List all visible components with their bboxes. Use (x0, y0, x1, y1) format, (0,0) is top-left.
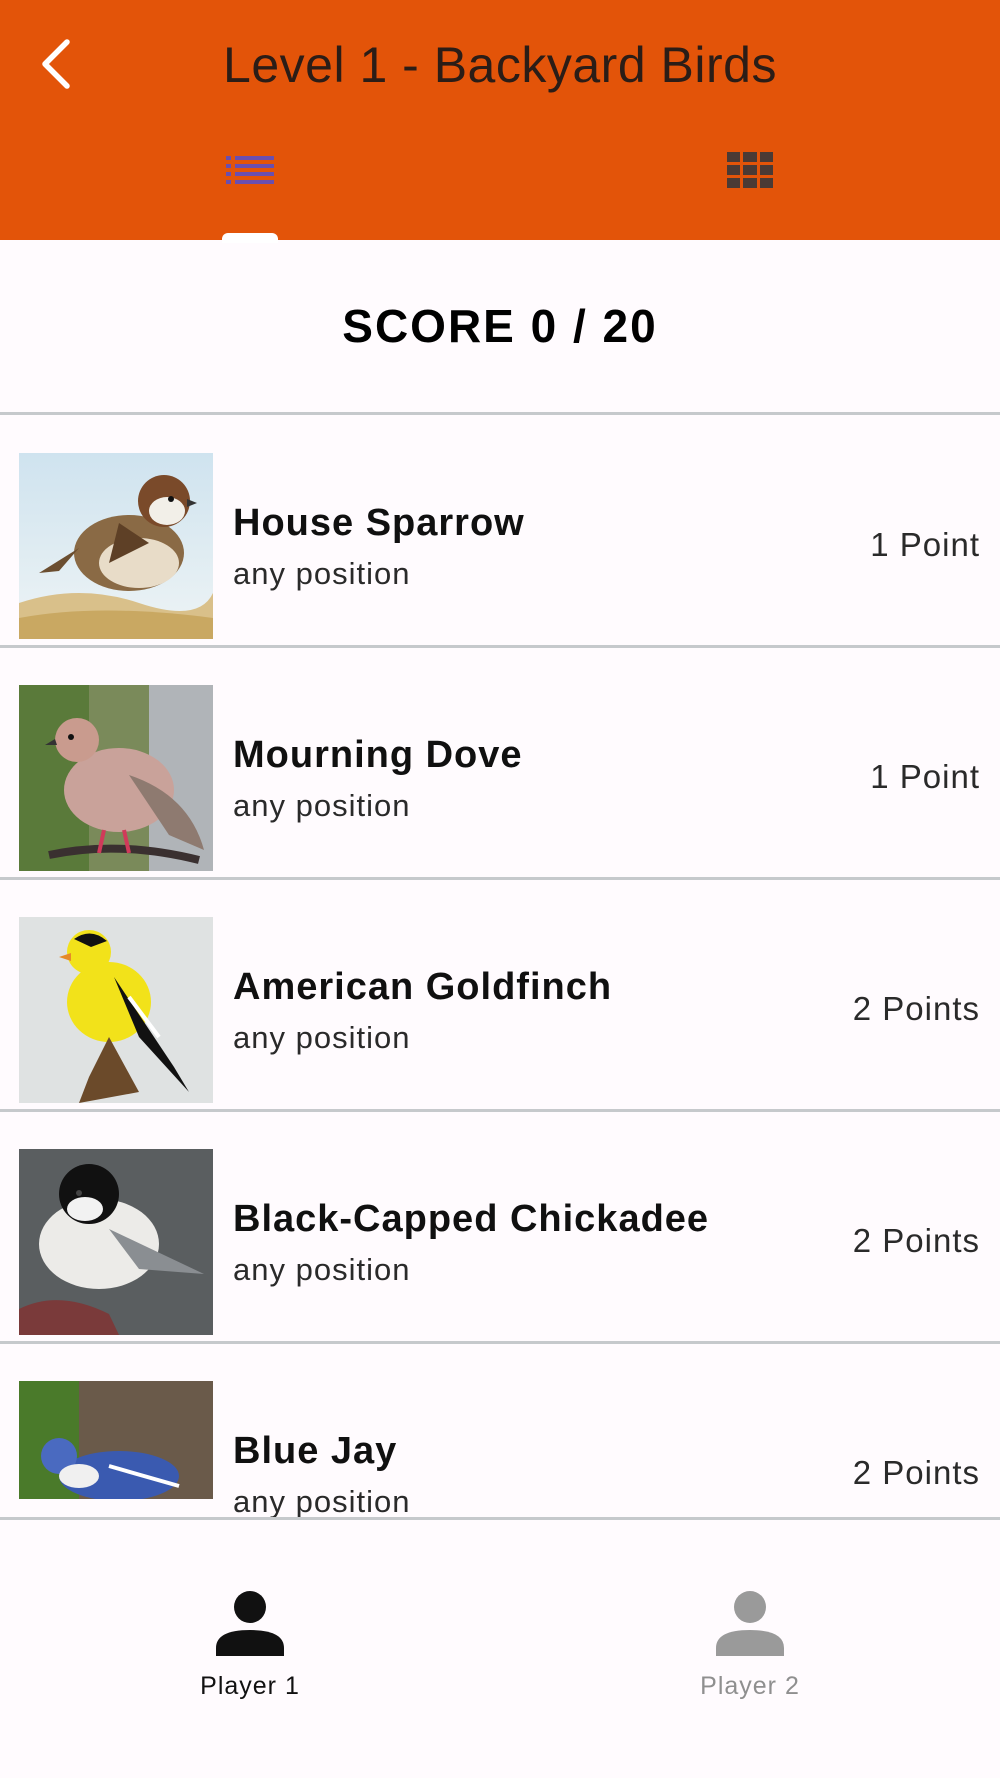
bird-points: 2 Points (852, 1454, 980, 1491)
tab-grid-view[interactable] (500, 140, 1000, 240)
bird-image-american-goldfinch (19, 917, 213, 1103)
bird-points: 1 Point (870, 526, 980, 563)
person-icon (216, 1591, 284, 1656)
grid-view-icon (727, 152, 773, 188)
bird-name: Black-Capped Chickadee (233, 1198, 710, 1240)
bird-name: House Sparrow (233, 502, 525, 544)
bird-position: any position (233, 1252, 411, 1287)
bird-list[interactable]: House Sparrow any position 1 Point Mourn… (0, 416, 1000, 1517)
nav-label: Player 1 (200, 1672, 300, 1700)
tab-list-view[interactable] (0, 140, 500, 240)
list-item[interactable]: House Sparrow any position 1 Point (0, 416, 1000, 648)
back-arrow-icon (42, 39, 70, 89)
nav-label: Player 2 (700, 1672, 800, 1700)
score-display: SCORE 0 / 20 (0, 240, 1000, 415)
bird-position: any position (233, 788, 411, 823)
bird-position: any position (233, 1484, 411, 1517)
back-button[interactable] (28, 28, 84, 100)
person-icon (716, 1591, 784, 1656)
bird-points: 2 Points (852, 1222, 980, 1259)
list-item[interactable]: Black-Capped Chickadee any position 2 Po… (0, 1112, 1000, 1344)
bird-image-blue-jay (19, 1381, 213, 1499)
bird-image-house-sparrow (19, 453, 213, 639)
bird-position: any position (233, 1020, 411, 1055)
list-item[interactable]: American Goldfinch any position 2 Points (0, 880, 1000, 1112)
app-bar: Level 1 - Backyard Birds (0, 0, 1000, 243)
nav-player-1[interactable]: Player 1 (0, 1590, 500, 1750)
bird-name: American Goldfinch (233, 966, 613, 1008)
bird-image-mourning-dove (19, 685, 213, 871)
bird-name: Blue Jay (233, 1430, 398, 1472)
list-item[interactable]: Mourning Dove any position 1 Point (0, 648, 1000, 880)
list-item[interactable]: Blue Jay any position 2 Points (0, 1344, 1000, 1517)
bottom-navigation: Player 1 Player 2 (0, 1517, 1000, 1778)
page-title: Level 1 - Backyard Birds (223, 37, 777, 93)
bird-name: Mourning Dove (233, 734, 523, 776)
list-view-icon (226, 156, 274, 184)
bird-image-black-capped-chickadee (19, 1149, 213, 1335)
bird-points: 2 Points (852, 990, 980, 1027)
nav-player-2[interactable]: Player 2 (500, 1590, 1000, 1750)
bird-points: 1 Point (870, 758, 980, 795)
bird-position: any position (233, 556, 411, 591)
